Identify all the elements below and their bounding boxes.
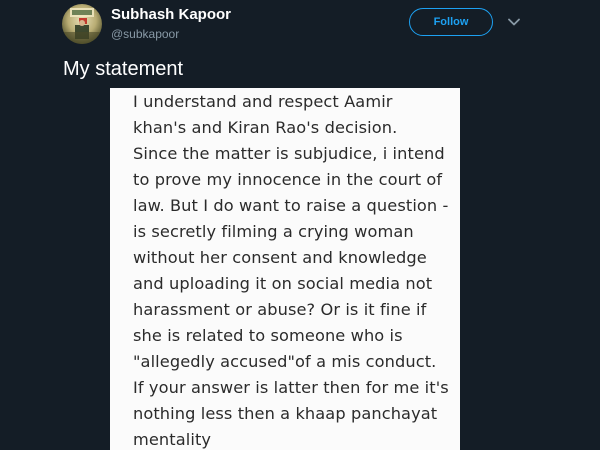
statement-line: she is related to someone who is — [133, 326, 403, 345]
statement-line: khan's and Kiran Rao's decision. — [133, 118, 398, 137]
avatar[interactable] — [62, 4, 102, 44]
chevron-down-icon[interactable] — [506, 14, 522, 30]
follow-button[interactable]: Follow — [409, 8, 493, 36]
user-handle[interactable]: @subkapoor — [111, 26, 231, 42]
statement-line: nothing less then a khaap panchayat — [133, 404, 438, 423]
statement-line: harassment or abuse? Or is it fine if — [133, 300, 427, 319]
statement-line: mentality — [133, 430, 212, 449]
statement-line: and uploading it on social media not — [133, 274, 433, 293]
statement-image[interactable]: I understand and respect Aamir khan's an… — [110, 88, 460, 450]
statement-line: is secretly filming a crying woman — [133, 222, 414, 241]
statement-line: law. But I do want to raise a question - — [133, 196, 449, 215]
user-info: Subhash Kapoor @subkapoor — [111, 6, 231, 42]
statement-line: If your answer is latter then for me it'… — [133, 378, 449, 397]
tweet-card: Subhash Kapoor @subkapoor Follow My stat… — [0, 0, 600, 450]
statement-line: "allegedly accused"of a mis conduct. — [133, 352, 437, 371]
statement-line: without her consent and knowledge — [133, 248, 427, 267]
statement-line: I understand and respect Aamir — [133, 92, 393, 111]
display-name[interactable]: Subhash Kapoor — [111, 6, 231, 24]
statement-line: Since the matter is subjudice, i intend — [133, 144, 445, 163]
statement-line: to prove my innocence in the court of — [133, 170, 443, 189]
tweet-text: My statement — [63, 58, 184, 80]
profile-photo-icon — [64, 8, 100, 44]
